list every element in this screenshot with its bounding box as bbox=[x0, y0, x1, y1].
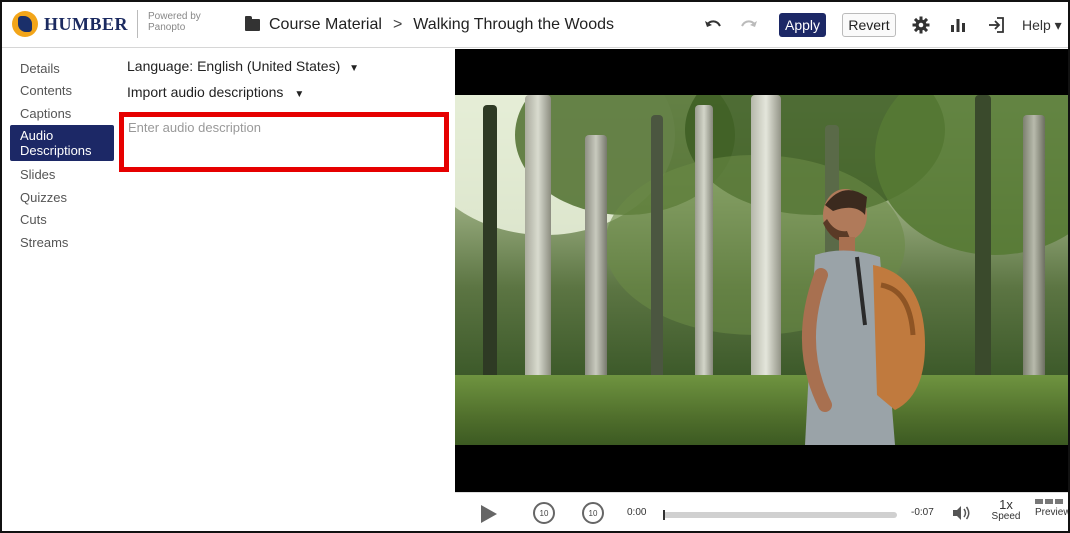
breadcrumb-separator: > bbox=[392, 16, 403, 33]
powered-by-product: Panopto bbox=[148, 22, 186, 33]
stats-button[interactable] bbox=[947, 13, 969, 37]
volume-icon bbox=[953, 506, 970, 520]
settings-button[interactable] bbox=[910, 13, 932, 37]
revert-button[interactable]: Revert bbox=[842, 13, 896, 37]
sidebar-item-slides[interactable]: Slides bbox=[10, 167, 114, 182]
stats-icon bbox=[951, 19, 965, 32]
humber-logo: HUMBER bbox=[12, 11, 128, 37]
preview-icon bbox=[1035, 499, 1063, 504]
current-time: 0:00 bbox=[627, 507, 647, 518]
exit-button[interactable] bbox=[985, 13, 1007, 37]
breadcrumb-folder[interactable]: Course Material bbox=[269, 16, 382, 34]
brand-name: HUMBER bbox=[44, 13, 128, 34]
redo-button[interactable] bbox=[738, 13, 760, 37]
volume-button[interactable] bbox=[951, 505, 971, 521]
rewind-10-button[interactable]: 10 bbox=[533, 502, 555, 524]
sidebar-item-contents[interactable]: Contents bbox=[10, 83, 114, 98]
speed-label: Speed bbox=[991, 511, 1021, 522]
gear-icon bbox=[912, 16, 930, 34]
tree-trunk bbox=[695, 105, 713, 395]
redo-icon bbox=[741, 20, 757, 27]
humber-logo-icon bbox=[12, 11, 38, 37]
player-controls: 10 10 0:00 -0:07 1x Speed Preview bbox=[455, 492, 1070, 531]
session-title: Walking Through the Woods bbox=[413, 16, 614, 33]
speed-value: 1x bbox=[999, 497, 1013, 512]
audio-description-input[interactable] bbox=[119, 112, 449, 172]
chevron-down-icon: ▼ bbox=[294, 89, 305, 100]
tree-trunk bbox=[1023, 115, 1045, 405]
sidebar-item-streams[interactable]: Streams bbox=[10, 235, 114, 250]
forward-10-icon: 10 bbox=[588, 508, 598, 518]
forward-10-button[interactable]: 10 bbox=[582, 502, 604, 524]
logo-divider bbox=[137, 10, 138, 38]
sidebar-item-quizzes[interactable]: Quizzes bbox=[10, 190, 114, 205]
sidebar-item-details[interactable]: Details bbox=[10, 61, 114, 76]
sidebar-item-audio-descriptions[interactable]: Audio Descriptions bbox=[10, 125, 114, 161]
help-menu[interactable]: Help ▾ bbox=[1022, 13, 1068, 37]
apply-button[interactable]: Apply bbox=[779, 13, 826, 37]
folder-icon bbox=[245, 16, 260, 31]
tree-trunk bbox=[585, 135, 607, 395]
breadcrumb: Course Material > Walking Through the Wo… bbox=[245, 16, 614, 34]
play-button[interactable] bbox=[481, 505, 497, 523]
rewind-10-icon: 10 bbox=[539, 508, 549, 518]
progress-handle[interactable] bbox=[663, 510, 665, 520]
powered-by-label: Powered by bbox=[148, 11, 201, 22]
chevron-down-icon: ▼ bbox=[349, 63, 360, 74]
sidebar-item-cuts[interactable]: Cuts bbox=[10, 212, 114, 227]
undo-button[interactable] bbox=[702, 13, 724, 37]
powered-by: Powered by Panopto bbox=[148, 11, 201, 33]
video-frame bbox=[455, 95, 1068, 445]
remaining-time: -0:07 bbox=[911, 507, 934, 518]
exit-icon bbox=[989, 17, 1004, 33]
editor-sidebar: Details Contents Captions Audio Descript… bbox=[2, 49, 116, 531]
hiker-figure bbox=[802, 189, 925, 445]
video-player[interactable] bbox=[455, 49, 1068, 492]
preview-button[interactable]: Preview bbox=[1035, 499, 1070, 519]
language-label: Language: English (United States) bbox=[127, 58, 341, 74]
app-window: HUMBER Powered by Panopto Course Materia… bbox=[0, 0, 1070, 533]
top-bar: HUMBER Powered by Panopto Course Materia… bbox=[2, 2, 1068, 48]
undo-icon bbox=[705, 20, 721, 27]
preview-label: Preview bbox=[1035, 507, 1070, 518]
language-dropdown[interactable]: Language: English (United States) ▼ bbox=[127, 58, 359, 74]
tree-trunk bbox=[525, 95, 551, 415]
tree-trunk bbox=[651, 115, 663, 385]
audio-description-panel: Language: English (United States) ▼ Impo… bbox=[116, 49, 455, 531]
speed-button[interactable]: 1x Speed bbox=[989, 497, 1023, 523]
tree-trunk bbox=[483, 105, 497, 405]
import-label: Import audio descriptions bbox=[127, 84, 284, 100]
progress-bar[interactable] bbox=[663, 510, 897, 520]
sidebar-item-captions[interactable]: Captions bbox=[10, 106, 114, 121]
import-audio-descriptions-dropdown[interactable]: Import audio descriptions ▼ bbox=[127, 84, 304, 100]
